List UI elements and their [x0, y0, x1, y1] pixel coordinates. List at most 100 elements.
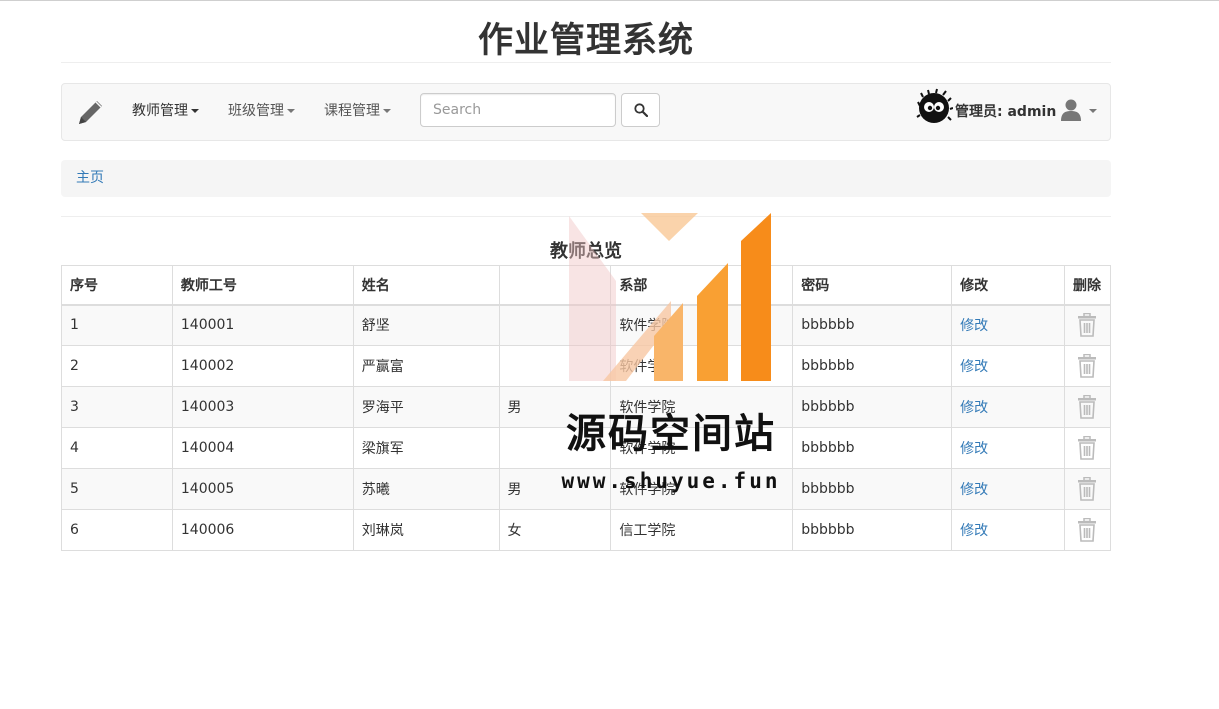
cell-edit: 修改: [951, 427, 1065, 469]
cell-no: 5: [61, 468, 173, 510]
table-row: 3 140003 罗海平男软件学院 bbbbbb 修改: [61, 386, 1112, 428]
cell-teacher-id: 140002: [171, 345, 354, 387]
cell-delete: [1063, 304, 1112, 346]
cell-teacher-id: 140004: [171, 427, 354, 469]
user-menu[interactable]: [1060, 98, 1100, 122]
column-header-no: 序号: [61, 265, 173, 306]
cell-delete: [1063, 468, 1112, 510]
trash-icon[interactable]: [1073, 477, 1102, 501]
cell-password: bbbbbb: [792, 304, 953, 346]
section-divider: [61, 216, 1111, 217]
breadcrumb: 主页: [61, 160, 1111, 197]
cell-gender: [498, 345, 612, 387]
nav-menu-teacher[interactable]: 教师管理: [132, 101, 199, 121]
title-divider: [61, 62, 1111, 63]
chevron-down-icon: [1089, 109, 1097, 113]
column-header-edit: 修改: [951, 265, 1065, 306]
trash-icon[interactable]: [1073, 436, 1102, 460]
teacher-table: 序号 教师工号 姓名 系部 密码 修改 删除 1 140001 舒坚 软件学院 bbbb…: [61, 265, 1112, 551]
cell-delete: [1063, 386, 1112, 428]
column-header-delete: 删除: [1063, 265, 1112, 306]
cell-edit: 修改: [951, 468, 1065, 510]
cell-dept: 软件学院: [610, 386, 794, 428]
cell-dept: 软件学院: [610, 304, 794, 346]
cell-edit: 修改: [951, 304, 1065, 346]
cell-password: bbbbbb: [792, 509, 953, 551]
table-row: 4 140004 梁旗军 软件学院 bbbbbb 修改: [61, 427, 1112, 469]
table-row: 2 140002 严赢富 软件学院 bbbbbb 修改: [61, 345, 1112, 387]
cell-no: 1: [61, 304, 173, 346]
cell-dept: 软件学院: [610, 468, 794, 510]
table-header-row: 序号 教师工号 姓名 系部 密码 修改 删除: [61, 265, 1112, 306]
cell-delete: [1063, 509, 1112, 551]
cell-dept: 软件学院: [610, 427, 794, 469]
cell-name: 严赢富: [352, 345, 500, 387]
edit-link[interactable]: 修改: [960, 359, 988, 375]
cell-name: 罗海平: [352, 386, 500, 428]
cell-teacher-id: 140001: [171, 304, 354, 346]
trash-icon[interactable]: [1073, 518, 1102, 542]
cell-password: bbbbbb: [792, 345, 953, 387]
cell-edit: 修改: [951, 509, 1065, 551]
breadcrumb-home-link[interactable]: 主页: [76, 170, 104, 186]
column-header-gender: [498, 265, 612, 306]
cell-edit: 修改: [951, 386, 1065, 428]
pencil-icon[interactable]: [76, 97, 106, 127]
nav-menu-teacher-label: 教师管理: [132, 103, 188, 119]
column-header-password: 密码: [792, 265, 953, 306]
cell-no: 4: [61, 427, 173, 469]
table-caption: 教师总览: [550, 241, 622, 262]
cell-teacher-id: 140006: [171, 509, 354, 551]
nav-menu-course-label: 课程管理: [324, 103, 380, 119]
cell-dept: 软件学院: [610, 345, 794, 387]
edit-link[interactable]: 修改: [960, 400, 988, 416]
edit-link[interactable]: 修改: [960, 318, 988, 334]
nav-menu-course[interactable]: 课程管理: [324, 101, 391, 121]
column-header-dept: 系部: [610, 265, 794, 306]
cell-teacher-id: 140003: [171, 386, 354, 428]
column-header-name: 姓名: [352, 265, 500, 306]
cell-no: 3: [61, 386, 173, 428]
table-row: 1 140001 舒坚 软件学院 bbbbbb 修改: [61, 304, 1112, 346]
nav-menu-class-label: 班级管理: [228, 103, 284, 119]
trash-icon[interactable]: [1073, 313, 1102, 338]
cell-password: bbbbbb: [792, 427, 953, 469]
edit-link[interactable]: 修改: [960, 482, 988, 498]
cell-password: bbbbbb: [792, 468, 953, 510]
avatar: [916, 88, 953, 123]
page-title: 作业管理系统: [477, 21, 694, 61]
search-input[interactable]: [420, 93, 616, 127]
search-icon: [634, 103, 648, 117]
cell-teacher-id: 140005: [171, 468, 354, 510]
cell-name: 刘琳岚: [352, 509, 500, 551]
cell-gender: [498, 427, 612, 469]
cell-gender: 女: [498, 509, 612, 551]
cell-no: 6: [61, 509, 173, 551]
column-header-id: 教师工号: [171, 265, 354, 306]
cell-name: 梁旗军: [352, 427, 500, 469]
table-row: 5 140005 苏曦男软件学院 bbbbbb 修改: [61, 468, 1112, 510]
chevron-down-icon: [287, 109, 295, 113]
admin-label: 管理员: admin: [955, 104, 1057, 120]
cell-dept: 信工学院: [610, 509, 794, 551]
cell-gender: 男: [498, 468, 612, 510]
cell-delete: [1063, 345, 1112, 387]
cell-name: 舒坚: [352, 304, 500, 346]
cell-name: 苏曦: [352, 468, 500, 510]
trash-icon[interactable]: [1073, 354, 1102, 378]
user-icon: [1061, 99, 1081, 121]
chevron-down-icon: [383, 109, 391, 113]
cell-password: bbbbbb: [792, 386, 953, 428]
cell-no: 2: [61, 345, 173, 387]
cell-gender: 男: [498, 386, 612, 428]
nav-menu-class[interactable]: 班级管理: [228, 101, 295, 121]
table-row: 6 140006 刘琳岚女信工学院 bbbbbb 修改: [61, 509, 1112, 551]
search-button[interactable]: [621, 93, 660, 127]
cell-edit: 修改: [951, 345, 1065, 387]
top-navbar: 教师管理 班级管理 课程管理 管理员: admin: [61, 83, 1111, 141]
edit-link[interactable]: 修改: [960, 441, 988, 457]
cell-gender: [498, 304, 612, 346]
trash-icon[interactable]: [1073, 395, 1102, 419]
edit-link[interactable]: 修改: [960, 523, 988, 539]
chevron-down-icon: [191, 109, 199, 113]
